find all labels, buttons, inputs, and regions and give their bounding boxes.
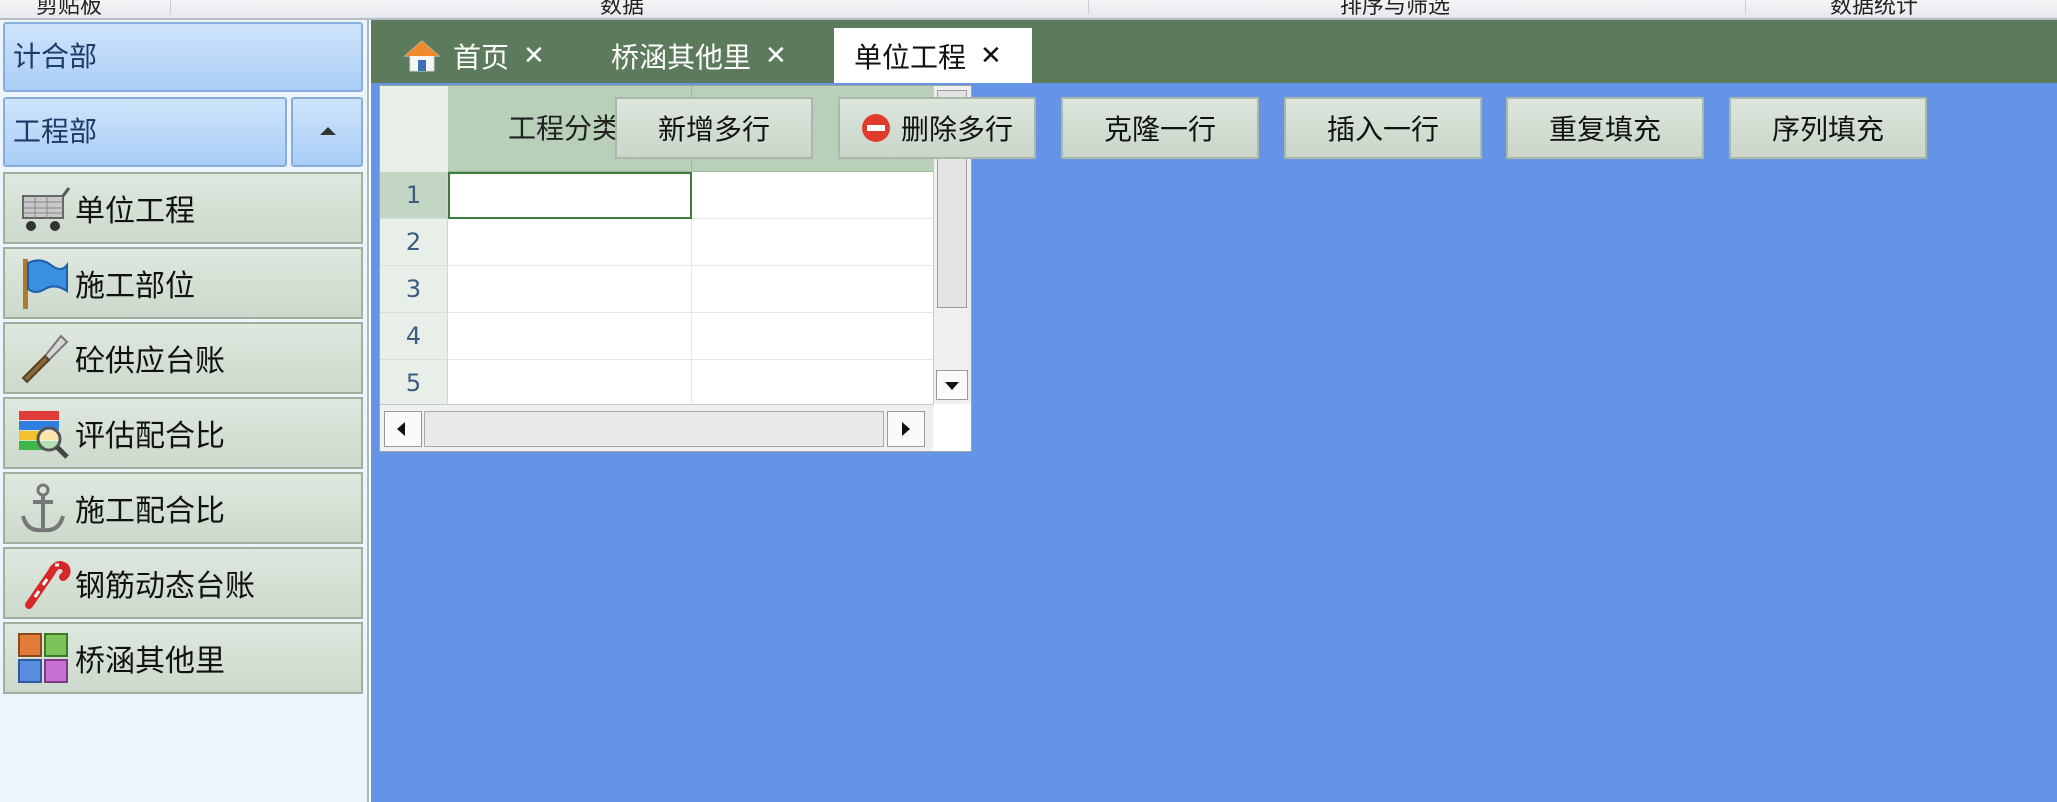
row-header[interactable]: 4 bbox=[380, 313, 448, 360]
collapse-group-button[interactable] bbox=[291, 97, 363, 167]
caret-up-icon bbox=[320, 127, 336, 135]
grid-cell[interactable] bbox=[448, 313, 692, 360]
chart-magnifier-icon bbox=[19, 411, 69, 459]
tab-unit-project[interactable]: 单位工程 ✕ bbox=[834, 28, 1032, 83]
scroll-right-button[interactable] bbox=[887, 411, 925, 447]
grid-cell[interactable] bbox=[692, 360, 934, 407]
grid-cell[interactable] bbox=[692, 266, 934, 313]
tab-label: 首页 bbox=[453, 40, 510, 74]
insert-row-button[interactable]: 插入一行 bbox=[1284, 97, 1482, 159]
chevron-right-icon bbox=[902, 422, 910, 436]
ribbon-separator bbox=[1745, 0, 1746, 14]
grid-cell[interactable] bbox=[692, 313, 934, 360]
scroll-down-button[interactable] bbox=[936, 370, 968, 400]
nav-header-jihebu[interactable]: 计合部 bbox=[3, 22, 363, 92]
grid-cell[interactable] bbox=[692, 219, 934, 266]
horizontal-scrollbar[interactable] bbox=[380, 404, 933, 451]
ribbon-separator bbox=[1088, 0, 1089, 14]
nav-item-construction-mix-ratio[interactable]: 施工配合比 bbox=[3, 472, 363, 544]
row-header[interactable]: 5 bbox=[380, 360, 448, 407]
grid-cell[interactable] bbox=[448, 219, 692, 266]
close-icon[interactable]: ✕ bbox=[980, 41, 1002, 71]
nav-item-label: 砼供应台账 bbox=[75, 344, 225, 379]
repeat-fill-button[interactable]: 重复填充 bbox=[1506, 97, 1704, 159]
close-icon[interactable]: ✕ bbox=[523, 41, 545, 71]
nav-item-label: 评估配合比 bbox=[75, 419, 225, 454]
ribbon-group-sort-filter: 排序与筛选 bbox=[1340, 0, 1451, 19]
nav-item-evaluate-mix-ratio[interactable]: 评估配合比 bbox=[3, 397, 363, 469]
ribbon-group-clipboard: 剪贴板 bbox=[36, 0, 103, 19]
chevron-left-icon bbox=[397, 422, 405, 436]
row-header[interactable]: 3 bbox=[380, 266, 448, 313]
grid-corner bbox=[380, 86, 449, 173]
delete-rows-label: 删除多行 bbox=[900, 113, 1013, 146]
grid-cell[interactable] bbox=[692, 172, 934, 219]
scroll-left-button[interactable] bbox=[384, 411, 422, 447]
close-icon[interactable]: ✕ bbox=[765, 41, 787, 71]
nav-item-rebar-dynamic-ledger[interactable]: 钢筋动态台账 bbox=[3, 547, 363, 619]
no-entry-icon bbox=[861, 114, 890, 142]
home-icon bbox=[403, 39, 441, 71]
grid-cell[interactable] bbox=[448, 360, 692, 407]
sequence-fill-button[interactable]: 序列填充 bbox=[1729, 97, 1927, 159]
horizontal-scroll-thumb[interactable] bbox=[424, 411, 884, 447]
grid-cell-selected[interactable] bbox=[448, 172, 692, 219]
row-header[interactable]: 1 bbox=[380, 172, 448, 219]
nav-item-label: 施工配合比 bbox=[75, 494, 225, 529]
grid-cell[interactable] bbox=[448, 266, 692, 313]
nav-item-label: 单位工程 bbox=[75, 194, 195, 229]
workspace: 首页 ✕ 桥涵其他里 ✕ 单位工程 ✕ 工程分类 工 1 2 3 4 5 bbox=[371, 20, 2057, 802]
tab-label: 桥涵其他里 bbox=[611, 40, 752, 74]
clone-row-button[interactable]: 克隆一行 bbox=[1061, 97, 1259, 159]
tab-bridge-culvert-other[interactable]: 桥涵其他里 ✕ bbox=[611, 28, 787, 83]
tab-label: 单位工程 bbox=[854, 40, 967, 74]
candy-cane-icon bbox=[25, 561, 71, 609]
ribbon-group-statistics: 数据统计 bbox=[1830, 0, 1919, 19]
anchor-icon bbox=[21, 483, 65, 533]
nav-item-unit-project[interactable]: 单位工程 bbox=[3, 172, 363, 244]
tab-bar: 首页 ✕ 桥涵其他里 ✕ 单位工程 ✕ bbox=[371, 20, 2057, 83]
ribbon-group-strip: 剪贴板 数据 排序与筛选 数据统计 bbox=[0, 0, 2057, 20]
trowel-icon bbox=[21, 334, 69, 384]
cart-icon bbox=[22, 187, 71, 231]
nav-group-header-gongchengbu[interactable]: 工程部 bbox=[3, 97, 287, 167]
blocks-icon bbox=[18, 633, 68, 683]
nav-item-bridge-culvert-other[interactable]: 桥涵其他里 bbox=[3, 622, 363, 694]
add-rows-button[interactable]: 新增多行 bbox=[615, 97, 813, 159]
nav-item-label: 桥涵其他里 bbox=[75, 644, 225, 679]
nav-item-label: 施工部位 bbox=[75, 269, 195, 304]
ribbon-group-data: 数据 bbox=[600, 0, 645, 19]
delete-rows-button[interactable]: 删除多行 bbox=[838, 97, 1036, 159]
flag-icon bbox=[23, 259, 68, 309]
tab-home[interactable]: 首页 ✕ bbox=[403, 28, 545, 83]
chevron-down-icon bbox=[945, 382, 959, 390]
row-header[interactable]: 2 bbox=[380, 219, 448, 266]
nav-item-construction-part[interactable]: 施工部位 bbox=[3, 247, 363, 319]
nav-item-concrete-supply-ledger[interactable]: 砼供应台账 bbox=[3, 322, 363, 394]
nav-item-label: 钢筋动态台账 bbox=[75, 569, 255, 604]
navigation-panel: 计合部 工程部 单位工程 施工部位 砼供应台账 评估配合比 施工配合比 钢筋动态… bbox=[0, 20, 369, 802]
ribbon-separator bbox=[170, 0, 171, 14]
